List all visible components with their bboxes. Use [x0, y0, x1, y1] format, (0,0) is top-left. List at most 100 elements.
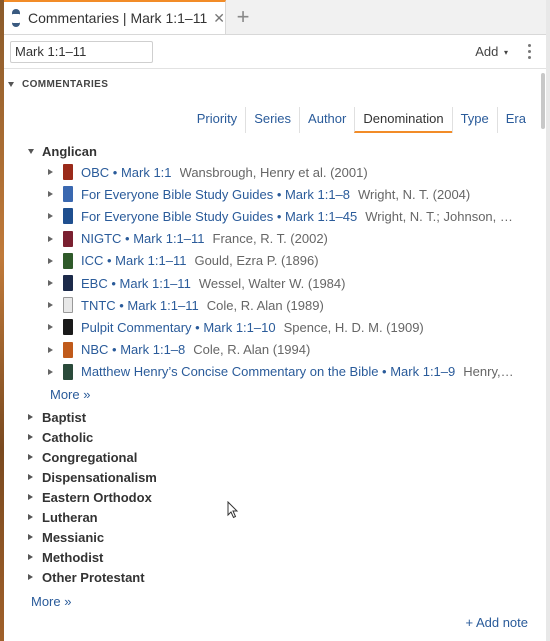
group-toggle-eastern-orthodox[interactable]: Eastern Orthodox	[28, 487, 157, 507]
group-label: Other Protestant	[42, 569, 145, 585]
expand-triangle-icon[interactable]	[48, 368, 53, 375]
add-button[interactable]: Add ▾	[475, 44, 508, 59]
group-label: Catholic	[42, 429, 94, 445]
sort-tab-type[interactable]: Type	[451, 107, 497, 133]
commentary-link[interactable]: OBC • Mark 1:1	[81, 165, 172, 180]
sort-tab-author[interactable]: Author	[299, 107, 354, 133]
commentary-author: Henry,…	[463, 364, 514, 380]
expand-triangle-icon	[28, 514, 33, 520]
expand-triangle-icon	[28, 434, 33, 440]
book-cover-icon	[63, 297, 73, 314]
group-anglican: Anglican	[28, 141, 97, 161]
group-label: Baptist	[42, 409, 87, 425]
group-toggle-other-protestant[interactable]: Other Protestant	[28, 567, 157, 587]
background-edge-right	[546, 0, 550, 641]
group-toggle-congregational[interactable]: Congregational	[28, 447, 157, 467]
expand-triangle-icon[interactable]	[48, 169, 53, 176]
expand-triangle-icon	[28, 494, 33, 500]
tab-title: Commentaries | Mark 1:1–11	[28, 10, 208, 26]
book-cover-icon	[63, 230, 73, 247]
expand-triangle-icon[interactable]	[48, 213, 53, 220]
group-toggle-lutheran[interactable]: Lutheran	[28, 507, 157, 527]
commentary-link[interactable]: ICC • Mark 1:1–11	[81, 253, 186, 268]
new-tab-button[interactable]: +	[226, 0, 260, 34]
commentary-author: Cole, R. Alan (1989)	[206, 297, 324, 313]
expand-triangle-icon[interactable]	[48, 302, 53, 309]
book-cover-icon	[63, 164, 73, 181]
commentary-row: TNTC • Mark 1:1–11 Cole, R. Alan (1989)	[48, 294, 518, 316]
tab-commentaries[interactable]: Commentaries | Mark 1:1–11 ✕	[4, 0, 226, 34]
expand-triangle-icon	[28, 454, 33, 460]
commentary-row: For Everyone Bible Study Guides • Mark 1…	[48, 205, 518, 227]
sort-tab-denomination[interactable]: Denomination	[354, 107, 452, 133]
commentaries-panel: Commentaries | Mark 1:1–11 ✕ + Add ▾ COM…	[4, 0, 546, 641]
book-cover-icon	[63, 319, 73, 336]
more-link-anglican[interactable]: More »	[50, 387, 90, 402]
sort-tab-era[interactable]: Era	[496, 107, 534, 133]
more-options-icon[interactable]	[522, 44, 536, 59]
expand-triangle-icon	[28, 554, 33, 560]
close-icon[interactable]: ✕	[213, 10, 225, 27]
commentary-author: Spence, H. D. M. (1909)	[283, 319, 424, 335]
commentary-author: France, R. T. (2002)	[212, 231, 328, 247]
expand-triangle-icon	[28, 534, 33, 540]
group-toggle-catholic[interactable]: Catholic	[28, 427, 157, 447]
commentary-row: ICC • Mark 1:1–11 Gould, Ezra P. (1896)	[48, 250, 518, 272]
group-label: Congregational	[42, 449, 138, 465]
commentary-author: Wessel, Walter W. (1984)	[198, 275, 346, 291]
group-toggle-methodist[interactable]: Methodist	[28, 547, 157, 567]
commentary-link[interactable]: EBC • Mark 1:1–11	[81, 276, 191, 291]
commentary-link[interactable]: For Everyone Bible Study Guides • Mark 1…	[81, 187, 350, 202]
expand-triangle-icon[interactable]	[48, 191, 53, 198]
commentary-link[interactable]: Pulpit Commentary • Mark 1:1–10	[81, 320, 276, 335]
section-header-commentaries[interactable]: COMMENTARIES	[8, 79, 108, 90]
commentaries-icon	[12, 9, 20, 27]
group-label: Dispensationalism	[42, 469, 157, 485]
add-button-label: Add	[475, 44, 499, 59]
expand-triangle-icon	[28, 148, 34, 154]
sort-tabs: Priority Series Author Denomination Type Era	[189, 107, 534, 133]
book-cover-icon	[63, 275, 73, 292]
panel-content: COMMENTARIES Priority Series Author Denomin…	[4, 69, 546, 640]
commentary-row: Pulpit Commentary • Mark 1:1–10 Spence, H…	[48, 316, 518, 338]
commentary-author: Wansbrough, Henry et al. (2001)	[179, 164, 368, 180]
expand-triangle-icon[interactable]	[48, 235, 53, 242]
group-toggle-anglican[interactable]: Anglican	[28, 141, 97, 161]
expand-triangle-icon[interactable]	[48, 257, 53, 264]
expand-triangle-icon[interactable]	[48, 346, 53, 353]
expand-triangle-icon[interactable]	[48, 280, 53, 287]
group-label: Eastern Orthodox	[42, 489, 152, 505]
book-cover-icon	[63, 363, 73, 380]
commentary-link[interactable]: NIGTC • Mark 1:1–11	[81, 231, 205, 246]
group-toggle-messianic[interactable]: Messianic	[28, 527, 157, 547]
book-cover-icon	[63, 252, 73, 269]
sort-tab-priority[interactable]: Priority	[189, 107, 245, 133]
sort-tab-series[interactable]: Series	[245, 107, 299, 133]
commentary-row: NIGTC • Mark 1:1–11 France, R. T. (2002)	[48, 228, 518, 250]
group-label: Anglican	[42, 143, 97, 159]
chevron-down-icon: ▾	[503, 48, 508, 58]
commentary-row: For Everyone Bible Study Guides • Mark 1…	[48, 183, 518, 205]
expand-triangle-icon[interactable]	[48, 324, 53, 331]
section-title: COMMENTARIES	[22, 79, 109, 90]
scrollbar[interactable]	[541, 73, 545, 129]
commentary-link[interactable]: Matthew Henry’s Concise Commentary on th…	[81, 364, 455, 379]
expand-triangle-icon	[28, 474, 33, 480]
mouse-cursor-icon	[227, 501, 239, 519]
add-note-link[interactable]: + Add note	[465, 615, 528, 630]
commentary-author: Gould, Ezra P. (1896)	[194, 253, 319, 269]
commentary-link[interactable]: NBC • Mark 1:1–8	[81, 342, 185, 357]
group-label: Lutheran	[42, 509, 98, 525]
book-cover-icon	[63, 186, 73, 203]
group-toggle-dispensationalism[interactable]: Dispensationalism	[28, 467, 157, 487]
group-toggle-baptist[interactable]: Baptist	[28, 407, 157, 427]
reference-input[interactable]	[10, 40, 153, 63]
expand-triangle-icon	[28, 574, 33, 580]
commentary-author: Wright, N. T. (2004)	[358, 186, 471, 202]
commentary-link[interactable]: For Everyone Bible Study Guides • Mark 1…	[81, 209, 357, 224]
expand-triangle-icon	[28, 414, 33, 420]
commentary-link[interactable]: TNTC • Mark 1:1–11	[81, 298, 199, 313]
commentary-list: OBC • Mark 1:1 Wansbrough, Henry et al. (…	[48, 161, 518, 383]
more-link-denominations[interactable]: More »	[31, 594, 71, 609]
toolbar: Add ▾	[4, 35, 546, 69]
